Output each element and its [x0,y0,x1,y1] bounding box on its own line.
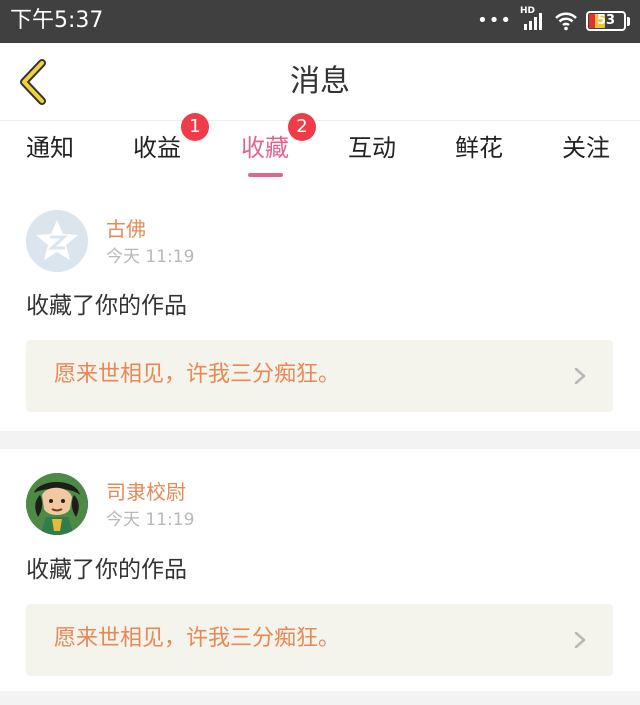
quoted-work[interactable]: 愿来世相见，许我三分痴狂。 [26,604,613,676]
status-icons: ••• HD 53 [477,6,630,33]
tab-label: 通知 [26,134,74,162]
signal-icon: HD [520,6,546,32]
battery-icon: 53 [586,11,626,31]
page-title: 消息 [290,64,350,99]
status-bar: 下午5:37 ••• HD 53 [0,0,640,43]
chevron-right-icon [574,631,586,649]
default-avatar-icon [26,210,88,272]
tab-label: 互动 [348,134,396,162]
username[interactable]: 司隶校尉 [106,479,186,505]
status-time: 下午5:37 [10,8,104,33]
message-time: 今天 11:19 [106,510,195,530]
card-divider [0,431,640,449]
user-avatar[interactable] [26,473,88,535]
wifi-icon [554,11,578,31]
dots-icon: ••• [477,10,512,31]
action-text: 收藏了你的作品 [26,293,187,319]
quoted-work[interactable]: 愿来世相见，许我三分痴狂。 [26,340,613,412]
message-card: 古佛 今天 11:19 收藏了你的作品 愿来世相见，许我三分痴狂。 [0,183,640,431]
battery-level: 53 [596,13,616,28]
tab-label: 收藏 [241,134,289,162]
tab-favorites[interactable]: 收藏 [241,133,289,163]
message-time: 今天 11:19 [106,247,195,267]
tab-earnings-badge: 1 [181,113,209,141]
chevron-right-icon [574,367,586,385]
tab-flowers[interactable]: 鲜花 [455,133,503,163]
quoted-work-text: 愿来世相见，许我三分痴狂。 [54,362,341,387]
tab-notifications[interactable]: 通知 [26,133,74,163]
action-text: 收藏了你的作品 [26,557,187,583]
tab-bar: 通知 收益 1 收藏 2 互动 鲜花 关注 [0,113,640,182]
tab-interaction[interactable]: 互动 [348,133,396,163]
quoted-work-text: 愿来世相见，许我三分痴狂。 [54,626,341,651]
card-divider [0,691,640,705]
app-header: 消息 [0,43,640,120]
tab-favorites-badge: 2 [288,113,316,141]
tab-label: 鲜花 [455,134,503,162]
tab-earnings[interactable]: 收益 [133,133,181,163]
username[interactable]: 古佛 [106,216,146,242]
tab-label: 收益 [133,134,181,162]
active-tab-indicator [248,173,283,177]
tab-following[interactable]: 关注 [562,133,610,163]
tab-label: 关注 [562,134,610,162]
character-avatar [26,473,88,535]
message-card: 司隶校尉 今天 11:19 收藏了你的作品 愿来世相见，许我三分痴狂。 [0,449,640,691]
user-avatar[interactable] [26,210,88,272]
